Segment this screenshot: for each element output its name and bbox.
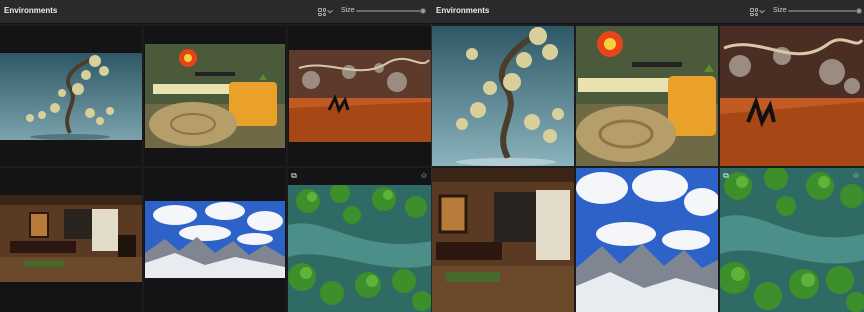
size-label: Size [773, 7, 787, 14]
environment-tile-forest-river[interactable]: ⧉ ☆ [288, 168, 431, 312]
panel-title: Environments [436, 6, 490, 15]
size-slider-knob[interactable] [420, 8, 426, 14]
panel-header: Environments Size [432, 0, 864, 24]
chevron-down-icon [759, 7, 765, 14]
environment-tile-mountains[interactable] [144, 168, 286, 312]
environment-tile-lounge-interior[interactable] [432, 168, 574, 312]
environment-tile-machine-landscape[interactable] [288, 26, 431, 166]
environment-tile-tree-sculpture[interactable] [0, 26, 142, 166]
thumbnail-machine-landscape [720, 26, 864, 166]
left-environments-panel: Environments Size ⧉ ☆ [0, 0, 432, 312]
thumbnail-living-room [145, 44, 285, 148]
thumbnail-tree-sculpture [0, 53, 142, 140]
size-slider-track[interactable] [356, 10, 426, 12]
chevron-down-icon [327, 7, 333, 14]
right-environments-panel: Environments Size ⧉ ☆ [432, 0, 864, 312]
panel-header: Environments Size [0, 0, 431, 24]
star-icon[interactable]: ☆ [420, 172, 428, 180]
thumbnail-living-room [576, 26, 718, 166]
size-label: Size [341, 7, 355, 14]
thumbnail-tree-sculpture [432, 26, 574, 166]
thumbnail-forest-river [288, 185, 431, 312]
copy-icon[interactable]: ⧉ [290, 172, 298, 180]
grid-icon [750, 8, 758, 16]
thumbnail-forest-river [720, 168, 864, 312]
thumbnail-machine-landscape [289, 50, 431, 142]
copy-icon[interactable]: ⧉ [722, 172, 730, 180]
thumbnail-mountains [576, 168, 718, 312]
environment-tile-forest-river[interactable]: ⧉ ☆ [720, 168, 864, 312]
view-mode-toggle[interactable] [318, 7, 333, 17]
environment-tile-tree-sculpture[interactable] [432, 26, 574, 166]
environment-tile-mountains[interactable] [576, 168, 718, 312]
view-mode-toggle[interactable] [750, 7, 765, 17]
thumbnail-mountains [145, 201, 285, 278]
thumbnail-lounge-interior [432, 168, 574, 312]
star-icon[interactable]: ☆ [852, 172, 860, 180]
environment-tile-living-room[interactable] [576, 26, 718, 166]
environment-tile-living-room[interactable] [144, 26, 286, 166]
thumbnail-lounge-interior [0, 195, 142, 282]
size-slider-knob[interactable] [856, 8, 862, 14]
panel-title: Environments [4, 6, 58, 15]
environment-tile-lounge-interior[interactable] [0, 168, 142, 312]
size-slider-track[interactable] [788, 10, 860, 12]
environment-tile-machine-landscape[interactable] [720, 26, 864, 166]
grid-icon [318, 8, 326, 16]
